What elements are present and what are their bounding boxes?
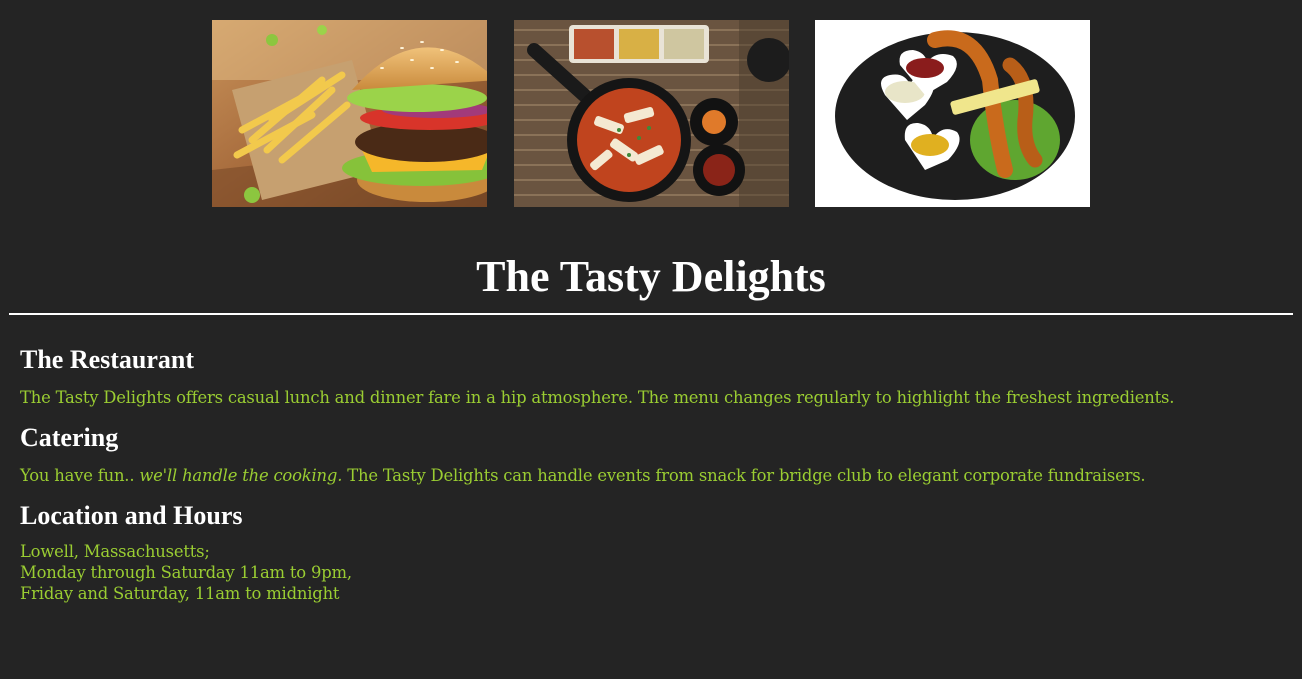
burger-and-fries-photo <box>212 20 487 207</box>
catering-heading: Catering <box>20 423 119 452</box>
location-hours-text: Lowell, Massachusetts; Monday through Sa… <box>20 541 1282 604</box>
catering-section: Catering You have fun.. we'll handle the… <box>20 418 1282 487</box>
photo-gallery <box>0 20 1302 207</box>
location-address-line: Lowell, Massachusetts; <box>20 542 210 561</box>
main-content: The Restaurant The Tasty Delights offers… <box>20 340 1282 613</box>
weekday-hours-line: Monday through Saturday 11am to 9pm, <box>20 563 352 582</box>
location-section: Location and Hours Lowell, Massachusetts… <box>20 496 1282 604</box>
weekend-hours-line: Friday and Saturday, 11am to midnight <box>20 584 340 603</box>
catering-rest-text: The Tasty Delights can handle events fro… <box>342 466 1146 485</box>
catering-description: You have fun.. we'll handle the cooking.… <box>20 465 1282 487</box>
catering-intro-text: You have fun.. <box>20 466 140 485</box>
catering-emphasis-text: we'll handle the cooking. <box>139 466 343 485</box>
restaurant-heading: The Restaurant <box>20 345 195 374</box>
sausages-with-dips-photo <box>815 20 1090 207</box>
location-heading: Location and Hours <box>20 501 243 530</box>
site-title: The Tasty Delights <box>476 252 826 301</box>
title-divider <box>9 313 1293 315</box>
tteokbokki-skillet-photo <box>514 20 789 207</box>
restaurant-section: The Restaurant The Tasty Delights offers… <box>20 340 1282 409</box>
restaurant-description: The Tasty Delights offers casual lunch a… <box>20 388 1175 407</box>
